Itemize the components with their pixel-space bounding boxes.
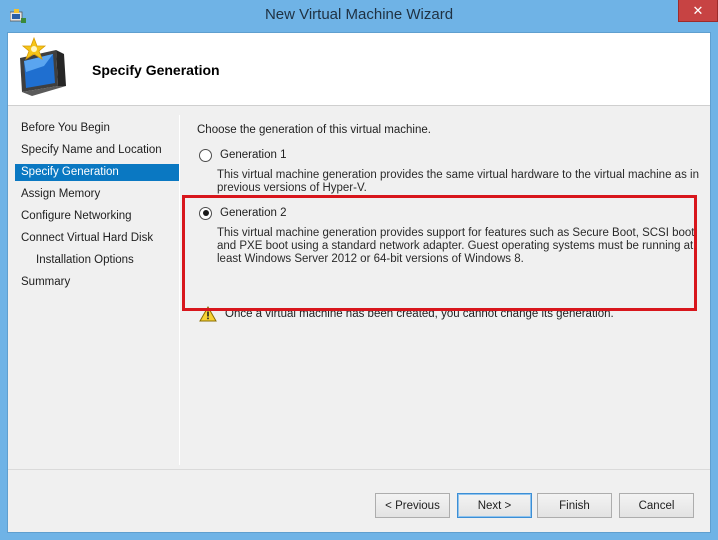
title-bar[interactable]: New Virtual Machine Wizard ✕ xyxy=(0,0,718,32)
wizard-window: New Virtual Machine Wizard ✕ Specify Gen… xyxy=(0,0,718,540)
nav-item-connect-vhd[interactable]: Connect Virtual Hard Disk xyxy=(15,230,179,247)
page-title: Specify Generation xyxy=(92,62,220,78)
nav-item-before-you-begin[interactable]: Before You Begin xyxy=(15,120,179,137)
warning-row: Once a virtual machine has been created,… xyxy=(199,306,614,322)
warning-icon xyxy=(199,306,217,322)
finish-button[interactable]: Finish xyxy=(537,493,612,518)
generation-1-option[interactable]: Generation 1 xyxy=(199,147,287,163)
wizard-header: Specify Generation xyxy=(8,33,710,106)
generation-2-description: This virtual machine generation provides… xyxy=(217,227,698,265)
generation-2-option[interactable]: Generation 2 xyxy=(199,205,287,221)
nav-item-specify-name-location[interactable]: Specify Name and Location xyxy=(15,142,179,159)
generation-1-label: Generation 1 xyxy=(220,149,287,161)
nav-item-specify-generation[interactable]: Specify Generation xyxy=(15,164,179,181)
wizard-client: Specify Generation Before You Begin Spec… xyxy=(7,32,711,533)
generation-2-label: Generation 2 xyxy=(220,207,287,219)
next-button[interactable]: Next > xyxy=(457,493,532,518)
nav-item-installation-options[interactable]: Installation Options xyxy=(15,252,179,269)
cancel-button[interactable]: Cancel xyxy=(619,493,694,518)
warning-text: Once a virtual machine has been created,… xyxy=(225,308,614,320)
nav-item-assign-memory[interactable]: Assign Memory xyxy=(15,186,179,203)
generation-1-radio[interactable] xyxy=(199,148,212,162)
wizard-content: Choose the generation of this virtual ma… xyxy=(180,107,710,467)
close-button[interactable]: ✕ xyxy=(678,0,718,22)
button-separator xyxy=(8,469,710,470)
new-vm-wizard-icon xyxy=(20,36,66,96)
window-title: New Virtual Machine Wizard xyxy=(264,6,454,23)
generation-2-radio[interactable] xyxy=(199,206,212,220)
intro-text: Choose the generation of this virtual ma… xyxy=(197,124,431,136)
nav-item-summary[interactable]: Summary xyxy=(15,274,179,291)
previous-button[interactable]: < Previous xyxy=(375,493,450,518)
wizard-nav: Before You Begin Specify Name and Locati… xyxy=(8,107,180,467)
generation-1-description: This virtual machine generation provides… xyxy=(217,169,699,194)
nav-item-configure-networking[interactable]: Configure Networking xyxy=(15,208,179,225)
